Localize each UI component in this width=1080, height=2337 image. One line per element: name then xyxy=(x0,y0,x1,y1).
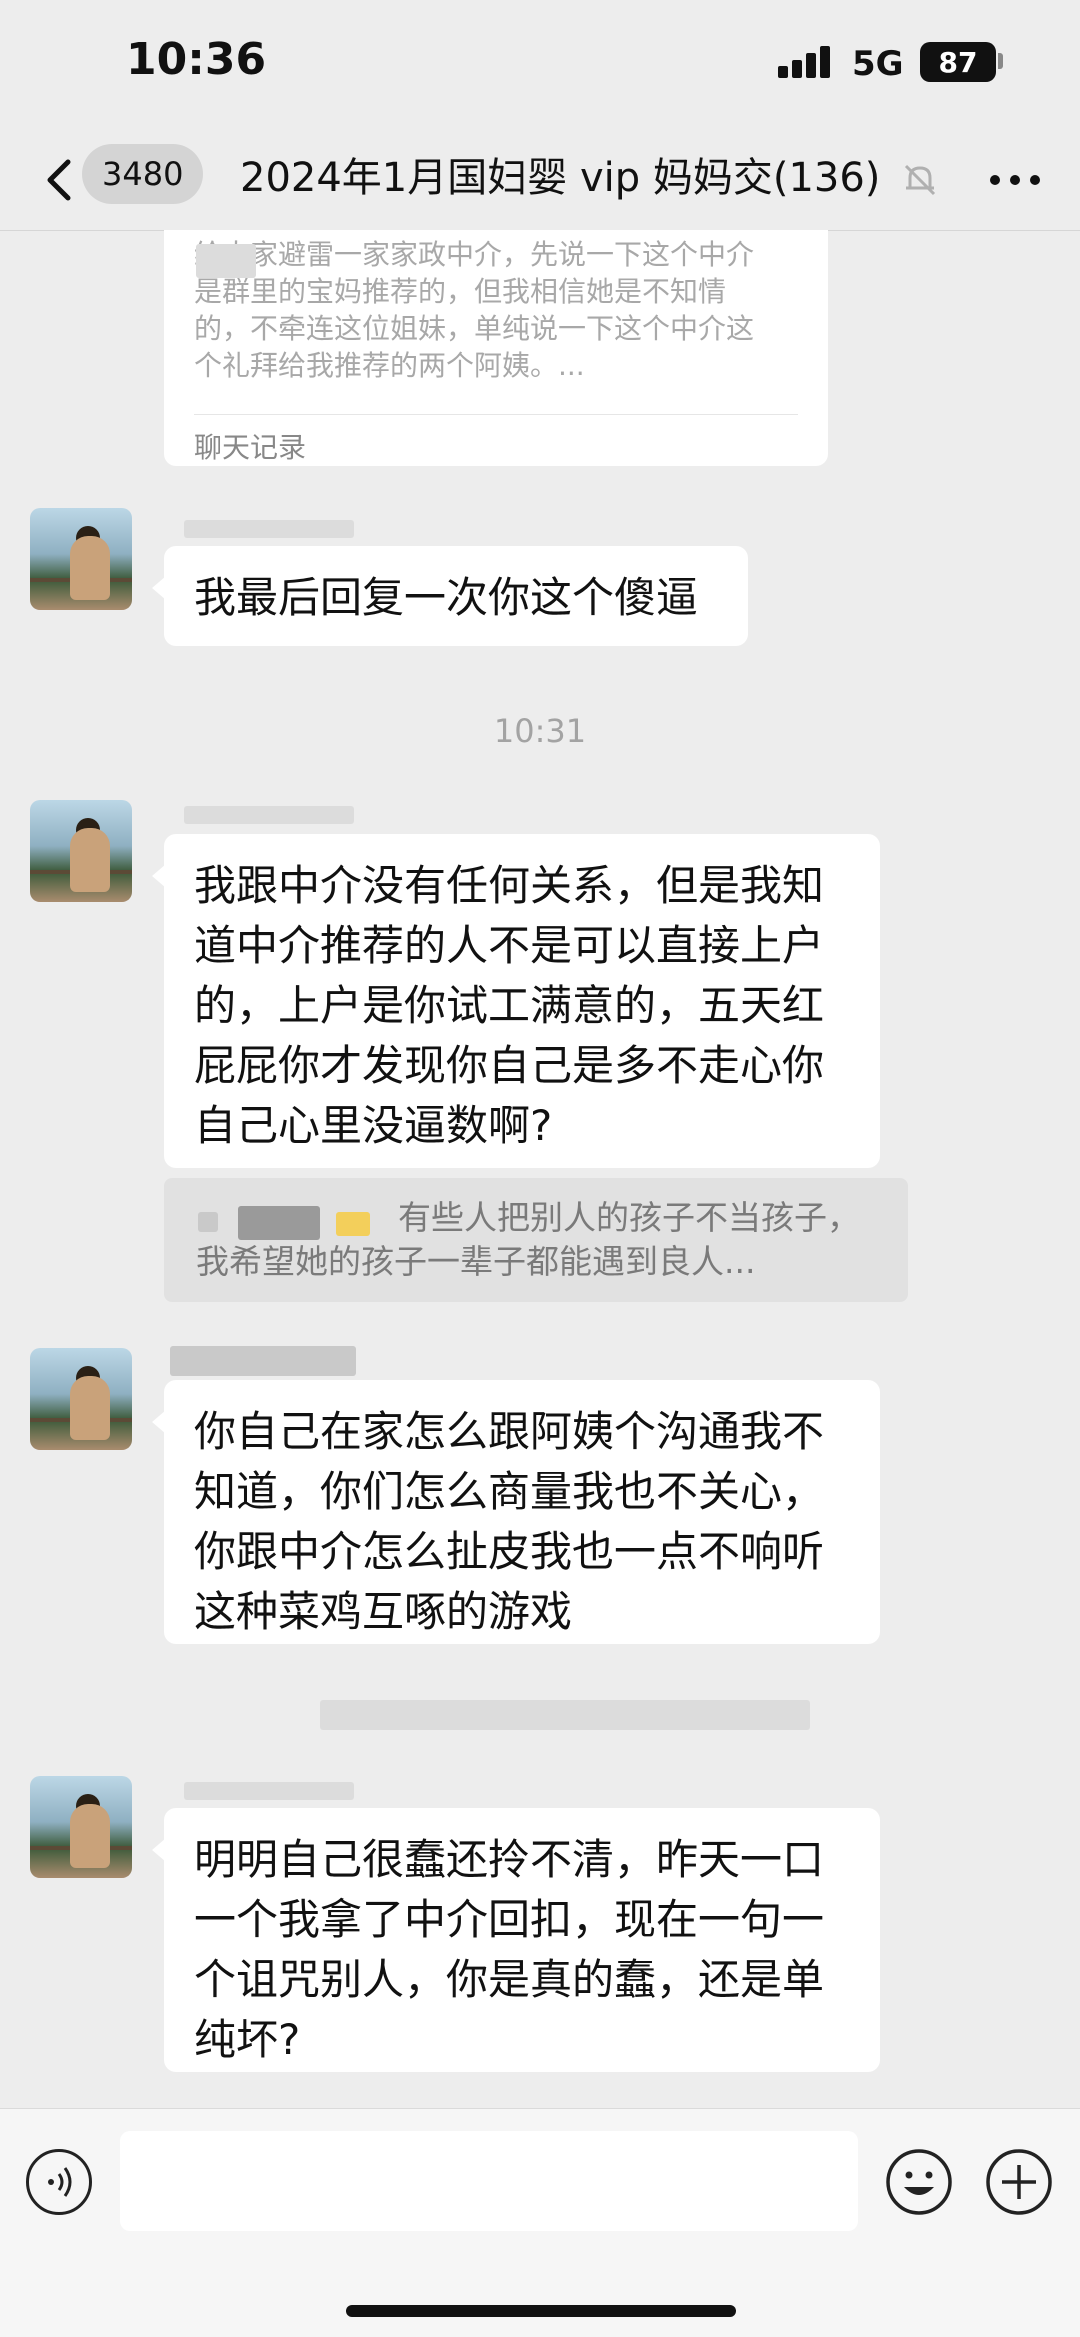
chat-header: 3480 2024年1月国妇婴 vip 妈妈交(136) xyxy=(0,130,1080,231)
ellipsis-icon[interactable] xyxy=(980,150,1050,210)
status-bar: 10:36 5G 87 xyxy=(0,0,1080,130)
signal-icon xyxy=(778,44,834,78)
unread-count-badge[interactable]: 3480 xyxy=(82,144,204,204)
blurred-emoji xyxy=(336,1212,370,1236)
smiley-icon[interactable] xyxy=(884,2147,954,2217)
input-bar xyxy=(0,2108,1080,2337)
avatar[interactable] xyxy=(30,508,132,610)
blurred-quote-name xyxy=(238,1206,320,1240)
blurred-sender-name xyxy=(184,1782,354,1800)
message-bubble[interactable]: 我最后回复一次你这个傻逼 xyxy=(152,546,748,646)
divider xyxy=(194,414,798,415)
battery-level: 87 xyxy=(938,45,978,79)
blurred-sender-name xyxy=(184,520,354,538)
plus-icon[interactable] xyxy=(984,2147,1054,2217)
blurred-sender-name xyxy=(184,806,354,824)
blurred-quote-name xyxy=(198,1212,218,1232)
blurred-sender-name xyxy=(170,1346,356,1376)
chat-title[interactable]: 2024年1月国妇婴 vip 妈妈交(136) xyxy=(240,148,880,208)
voice-icon[interactable] xyxy=(26,2149,92,2215)
blurred-system-notice xyxy=(320,1700,810,1730)
bell-muted-icon xyxy=(904,164,936,196)
time-separator: 10:31 xyxy=(493,712,587,750)
chat-record-label: 聊天记录 xyxy=(194,431,307,464)
blurred-name xyxy=(196,244,256,278)
chat-record-preview: 给大家避雷一家家政中介，先说一下这个中介是群里的宝妈推荐的，但我相信她是不知情的… xyxy=(194,238,755,382)
chat-record-card[interactable]: 给大家避雷一家家政中介，先说一下这个中介是群里的宝妈推荐的，但我相信她是不知情的… xyxy=(164,230,828,466)
avatar[interactable] xyxy=(30,1776,132,1878)
message-bubble[interactable]: 明明自己很蠢还拎不清，昨天一口一个我拿了中介回扣，现在一句一个诅咒别人，你是真的… xyxy=(152,1808,880,2072)
quoted-message[interactable]: 有些人把别人的孩子不当孩子，我希望她的孩子一辈子都能遇到良人... xyxy=(164,1178,908,1302)
message-bubble[interactable]: 你自己在家怎么跟阿姨个沟通我不知道，你们怎么商量我也不关心，你跟中介怎么扯皮我也… xyxy=(152,1380,880,1644)
avatar[interactable] xyxy=(30,1348,132,1450)
status-time: 10:36 xyxy=(126,34,267,85)
battery-icon: 87 xyxy=(920,42,996,82)
avatar[interactable] xyxy=(30,800,132,902)
battery-tip xyxy=(998,53,1003,69)
message-bubble[interactable]: 我跟中介没有任何关系，但是我知道中介推荐的人不是可以直接上户的，上户是你试工满意… xyxy=(152,834,880,1168)
message-input[interactable] xyxy=(120,2131,858,2231)
home-indicator[interactable] xyxy=(346,2305,736,2317)
network-type: 5G xyxy=(852,44,904,84)
